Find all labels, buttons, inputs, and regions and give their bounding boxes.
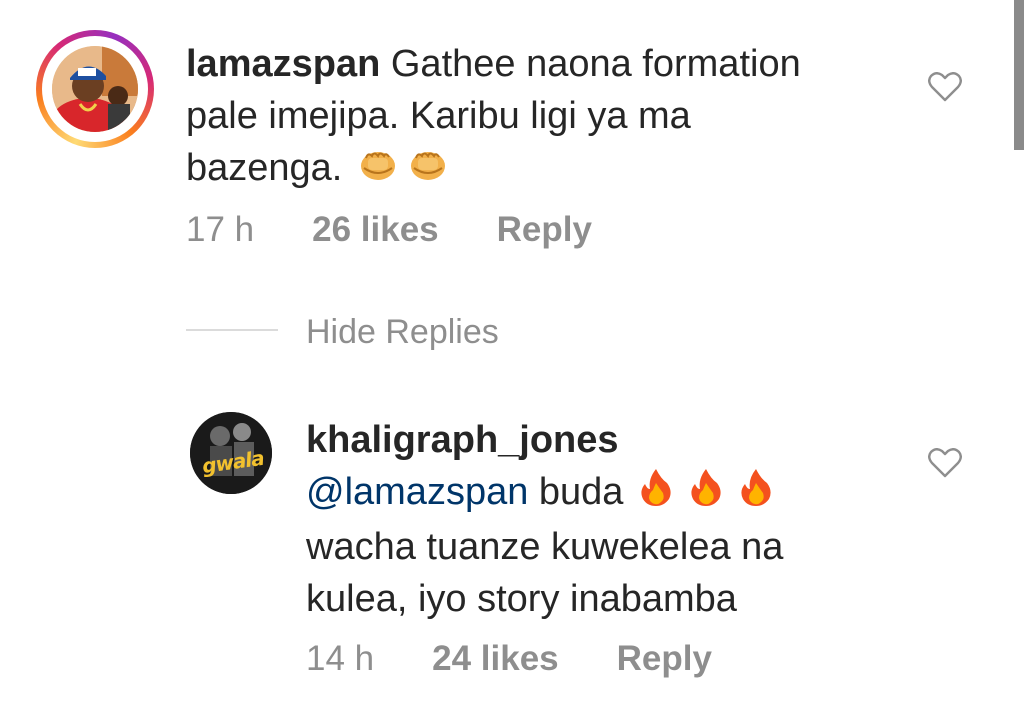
comments-thread: lamazspan Gathee naona formation pale im…: [0, 0, 1024, 720]
like-heart-icon[interactable]: [928, 448, 962, 478]
reply-text-line: wacha tuanze kuwekelea na: [306, 525, 784, 568]
reply-text-line: buda: [538, 471, 624, 513]
comment-time: 17 h: [186, 210, 255, 249]
comment-username[interactable]: lamazspan: [186, 43, 380, 85]
comment-likes-count[interactable]: 26 likes: [312, 208, 439, 252]
reply-text-line: kulea, iyo story inabamba: [306, 577, 737, 620]
reply-button[interactable]: Reply: [497, 208, 592, 252]
reply-text: khaligraph_jones @lamazspan buda wacha t…: [306, 414, 906, 625]
scrollbar[interactable]: [1014, 0, 1024, 150]
comment-text-line: bazenga.: [186, 147, 343, 189]
comment-line: lamazspan Gathee naona formation: [186, 38, 906, 90]
comment-text-line: Gathee naona formation: [390, 43, 801, 85]
avatar-border: [42, 36, 148, 142]
avatar-lamazspan[interactable]: [52, 46, 138, 132]
reply-username[interactable]: khaligraph_jones: [306, 419, 619, 461]
reply-button[interactable]: Reply: [617, 637, 712, 681]
story-ring-avatar[interactable]: [36, 30, 154, 148]
reply-username-line: khaligraph_jones: [306, 414, 906, 466]
fist-bump-emoji: [358, 144, 398, 196]
comment-text-line: pale imejipa. Karibu ligi ya ma: [186, 95, 691, 137]
reply-line: @lamazspan buda: [306, 466, 906, 521]
mention-link[interactable]: @lamazspan: [306, 471, 528, 513]
fire-emoji: [737, 467, 775, 521]
comment-text: lamazspan Gathee naona formation pale im…: [186, 38, 906, 196]
fist-bump-emoji: [408, 144, 448, 196]
reply-meta: 14 h 24 likes Reply: [306, 637, 712, 681]
hide-replies-divider: [186, 329, 278, 331]
avatar-khaligraph-jones[interactable]: gwala: [190, 412, 272, 494]
hide-replies-button[interactable]: Hide Replies: [306, 310, 499, 354]
fire-emoji: [637, 467, 675, 521]
reply-likes-count[interactable]: 24 likes: [432, 637, 559, 681]
comment-meta: 17 h 26 likes Reply: [186, 208, 592, 252]
avatar-photo-icon: [52, 46, 138, 132]
fire-emoji: [687, 467, 725, 521]
like-heart-icon[interactable]: [928, 72, 962, 102]
reply-time: 14 h: [306, 639, 375, 678]
comment-line: bazenga.: [186, 142, 906, 196]
